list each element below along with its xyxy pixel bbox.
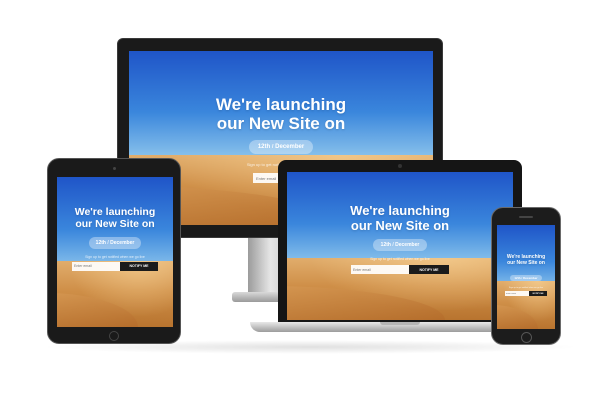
email-input[interactable] (351, 265, 409, 275)
phone-screen: We're launching our New Site on 12th / D… (497, 225, 555, 329)
email-input[interactable] (505, 291, 529, 297)
signup-form: NOTIFY ME (287, 265, 513, 275)
launch-date-badge: 12th / December (372, 239, 428, 252)
headline-line-1: We're launching (74, 206, 156, 218)
phone-speaker (519, 216, 533, 218)
signup-subtext: Sign up to get notified when we go live (370, 257, 430, 262)
hero-headline: We're launching our New Site on (57, 206, 173, 231)
tablet-device: We're launching our New Site on 12th / D… (47, 158, 181, 344)
headline-line-2: our New Site on (216, 114, 346, 134)
date-month: December (110, 239, 135, 246)
date-day: 12th (95, 239, 106, 246)
laptop-device: We're launching our New Site on 12th / D… (278, 160, 522, 324)
signup-form: NOTIFY ME (497, 291, 555, 297)
email-input[interactable] (72, 261, 120, 271)
launch-date-badge: 12th / December (510, 275, 542, 282)
laptop-screen: We're launching our New Site on 12th / D… (287, 172, 513, 320)
launch-hero: We're launching our New Site on 12th / D… (497, 254, 555, 297)
hero-headline: We're launching our New Site on (129, 95, 433, 133)
date-day: 12th (380, 242, 391, 249)
signup-subtext: Sign up to get notified when we go live (508, 287, 544, 290)
headline-line-2: our New Site on (75, 217, 155, 230)
phone-home-button (521, 332, 532, 343)
hero-headline: We're launching our New Site on (497, 254, 555, 266)
date-month: December (523, 276, 538, 281)
launch-hero: We're launching our New Site on 12th / D… (287, 203, 513, 275)
headline-line-1: We're launching (350, 203, 450, 218)
notify-me-button[interactable]: NOTIFY ME (529, 291, 547, 297)
launch-hero: We're launching our New Site on 12th / D… (57, 206, 173, 271)
signup-subtext: Sign up to get notified when we go live (85, 254, 145, 259)
laptop-opening-notch (380, 322, 420, 325)
date-separator: / (392, 242, 394, 249)
date-separator: / (271, 144, 274, 151)
phone-device: We're launching our New Site on 12th / D… (491, 207, 561, 345)
launch-date-badge: 12th / December (88, 236, 142, 249)
headline-line-2: our New Site on (350, 217, 450, 233)
date-separator: / (107, 239, 109, 246)
headline-line-2: our New Site on (507, 259, 545, 266)
notify-me-button[interactable]: NOTIFY ME (120, 261, 158, 271)
tablet-home-button (109, 331, 119, 341)
tablet-camera (113, 167, 116, 170)
headline-line-1: We're launching (215, 95, 347, 114)
hero-headline: We're launching our New Site on (287, 203, 513, 233)
tablet-screen: We're launching our New Site on 12th / D… (57, 177, 173, 327)
date-day: 12th (514, 276, 521, 281)
date-month: December (395, 242, 420, 249)
launch-date-badge: 12th / December (248, 140, 314, 155)
date-month: December (275, 144, 305, 151)
notify-me-button[interactable]: NOTIFY ME (409, 265, 449, 275)
signup-form: NOTIFY ME (57, 261, 173, 271)
laptop-camera (398, 164, 402, 168)
date-day: 12th (257, 144, 271, 151)
